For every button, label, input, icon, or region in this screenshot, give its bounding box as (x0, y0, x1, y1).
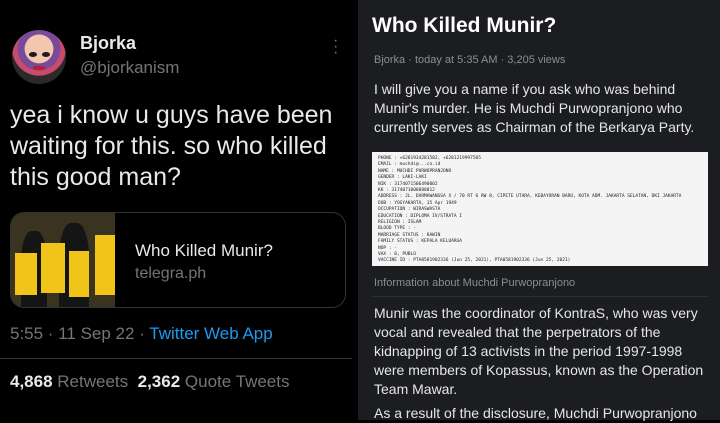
article-paragraph: I will give you a name if you ask who wa… (374, 81, 695, 135)
avatar-eye (42, 52, 50, 57)
author-name[interactable]: Bjorka (80, 33, 136, 54)
tweet-panel: Bjorka @bjorkanism · · · yea i know u guys… (0, 0, 352, 420)
document-row: VACCINE ID : PTA0581902336 (Jun 25, 2021… (378, 258, 571, 264)
quotes-label: Quote Tweets (184, 372, 290, 391)
document-row: NAME : MUCHDI PURWOPRANJONO (378, 168, 452, 174)
quotes-count: 2,362 (137, 372, 181, 391)
article-paragraph: As a result of the disclosure, Muchdi Pu… (374, 405, 697, 421)
article-meta: Bjorka · today at 5:35 AM · 3,205 views (374, 54, 566, 66)
tweet-meta: 5:55 · 11 Sep 22 · Twitter Web App (10, 324, 273, 344)
document-row: NIK : 3174071506490002 (378, 181, 438, 187)
article-panel: Who Killed Munir? Bjorka · today at 5:35… (358, 0, 720, 421)
link-card[interactable]: Who Killed Munir? telegra.ph (10, 212, 346, 308)
card-thumbnail (11, 213, 115, 307)
protest-sign (15, 253, 37, 295)
divider (0, 358, 352, 359)
card-domain: telegra.ph (135, 265, 207, 282)
protest-sign (69, 251, 89, 297)
source-app-link[interactable]: Twitter Web App (149, 324, 272, 343)
article-title: Who Killed Munir? (372, 14, 557, 37)
author-handle[interactable]: @bjorkanism (80, 58, 179, 78)
divider (372, 296, 708, 297)
retweets-count: 4,868 (10, 372, 53, 391)
quotes-stat[interactable]: 2,362 Quote Tweets (138, 372, 290, 391)
document-row: FAMILY STATUS : KEPALA KELUARGA (378, 239, 462, 245)
document-row: EMAIL : muchdi@...co.id (378, 162, 441, 168)
document-row: EDUCATION : DIPLOMA IV/STRATA I (378, 213, 462, 219)
document-image[interactable]: PHONE : +6281934281582, +6281219997505 EM… (372, 152, 708, 266)
tweet-stats: 4,868 Retweets 2,362 Quote Tweets (10, 372, 289, 392)
avatar[interactable] (12, 30, 66, 84)
more-options-icon[interactable]: · · · (333, 33, 338, 61)
document-row: OCCUPATION : WIRASWASTA (378, 207, 441, 213)
document-row: GENDER : LAKI-LAKI (378, 175, 427, 181)
tweet-timestamp[interactable]: 5:55 · 11 Sep 22 · (10, 324, 149, 343)
tweet-text: yea i know u guys have been waiting for … (10, 101, 333, 191)
protest-sign (41, 243, 65, 293)
card-title: Who Killed Munir? (135, 241, 273, 260)
article-paragraph: Munir was the coordinator of KontraS, wh… (374, 305, 704, 397)
document-row: BLOOD TYPE : - (378, 226, 416, 232)
document-row: NOP : - (378, 245, 397, 251)
document-row: DOB : YOGYAKARTA, 15 Apr 1949 (378, 200, 457, 206)
avatar-eye (29, 52, 37, 57)
protest-sign (95, 235, 115, 295)
retweets-stat[interactable]: 4,868 Retweets (10, 372, 128, 391)
image-caption: Information about Muchdi Purwopranjono (374, 277, 576, 289)
document-row: MARRIAGE STATUS : KAWIN (378, 232, 441, 238)
document-row: ADDRESS : JL. DARMAWANGSA X / 70 RT 6 RW… (378, 194, 682, 200)
retweets-label: Retweets (57, 372, 129, 391)
avatar-mouth (33, 66, 45, 70)
